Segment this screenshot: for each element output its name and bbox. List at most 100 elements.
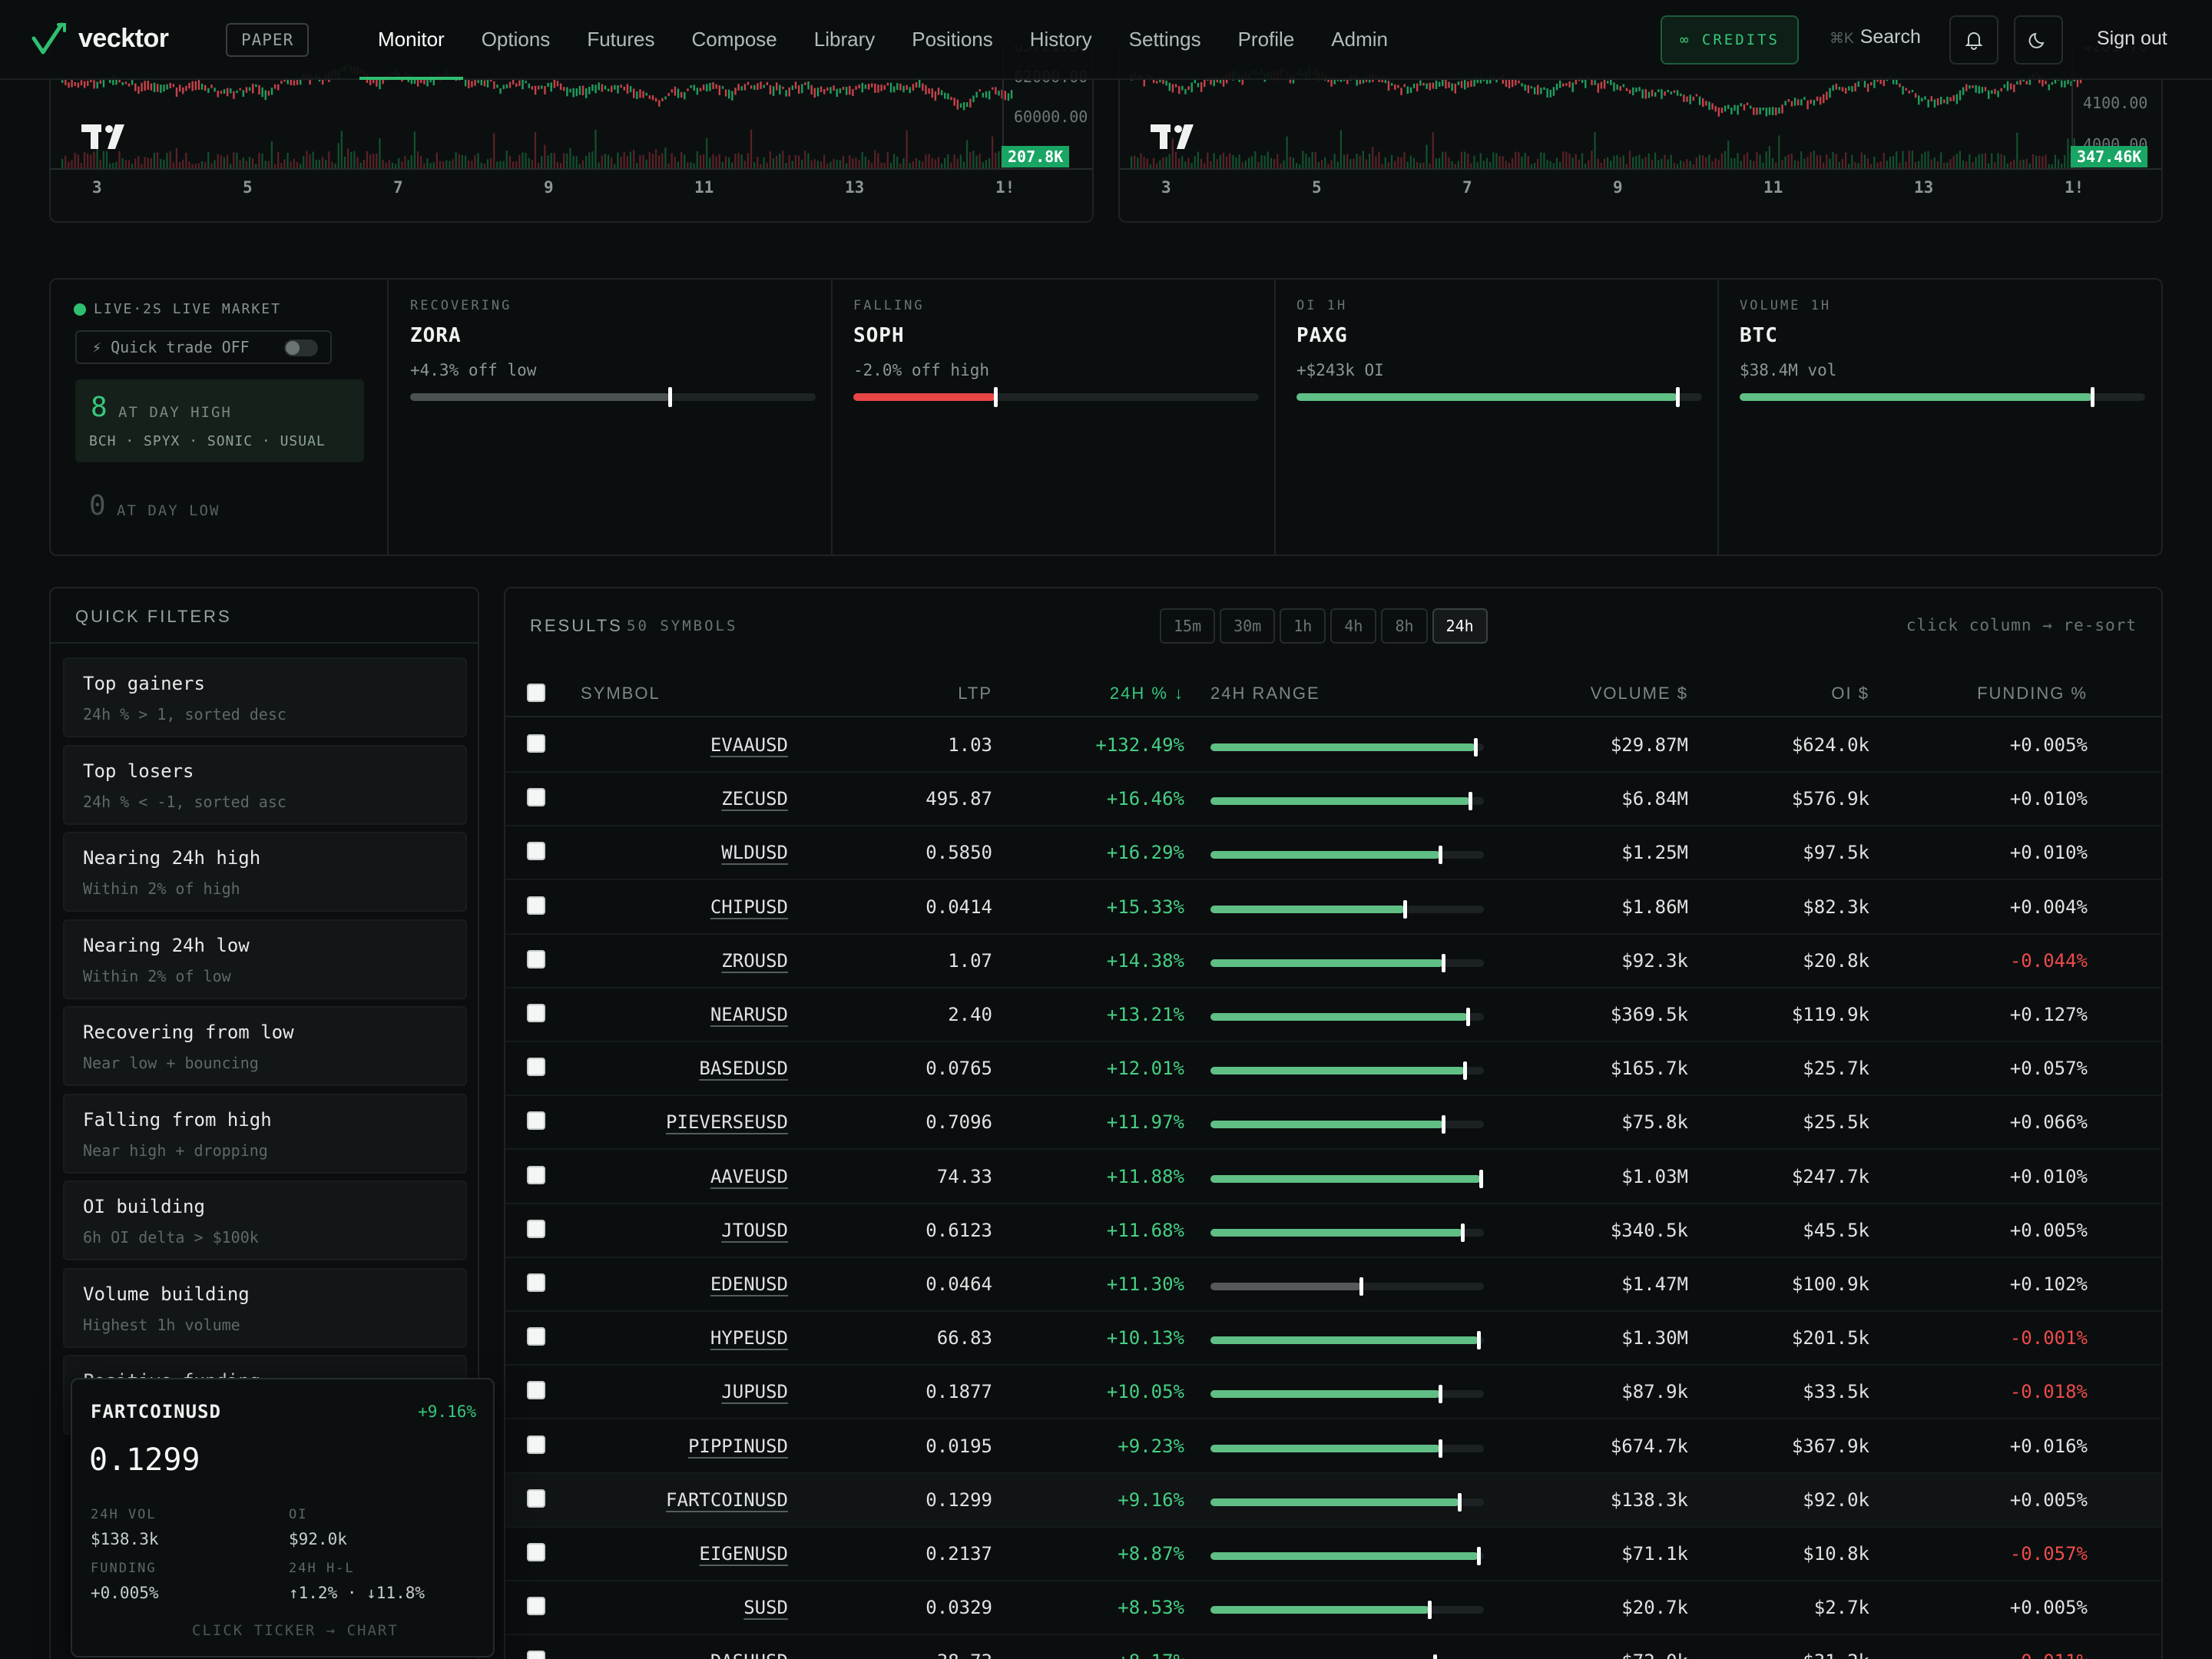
row-symbol-link[interactable]: EIGENUSD (699, 1543, 788, 1565)
timeframe-4h[interactable]: 4h (1330, 608, 1377, 644)
timeframe-30m[interactable]: 30m (1220, 608, 1276, 644)
row-symbol-link[interactable]: PIEVERSEUSD (666, 1111, 788, 1133)
col-ltp[interactable]: LTP (958, 684, 992, 704)
row-checkbox[interactable] (527, 788, 545, 807)
market-card-oi-1h[interactable]: OI 1H PAXG +$243k OI (1277, 280, 1719, 555)
row-checkbox[interactable] (527, 1651, 545, 1659)
row-symbol-link[interactable]: BASEDUSD (699, 1058, 788, 1079)
row-checkbox[interactable] (527, 1273, 545, 1292)
table-row[interactable]: SUSD 0.0329 +8.53% $20.7k $2.7k +0.005% (505, 1581, 2161, 1636)
row-checkbox[interactable] (527, 1058, 545, 1077)
table-row[interactable]: BASEDUSD 0.0765 +12.01% $165.7k $25.7k +0.057… (505, 1042, 2161, 1097)
row-checkbox[interactable] (527, 1219, 545, 1238)
quick-trade-switch[interactable] (284, 339, 318, 356)
row-symbol-link[interactable]: WLDUSD (721, 842, 788, 863)
nav-item-compose[interactable]: Compose (673, 0, 795, 80)
market-card-falling[interactable]: FALLING SOPH -2.0% off high (833, 280, 1276, 555)
table-row[interactable]: JTOUSD 0.6123 +11.68% $340.5k $45.5k +0.005% (505, 1204, 2161, 1258)
search-button[interactable]: ⌘K Search (1830, 26, 1921, 48)
nav-item-library[interactable]: Library (796, 0, 893, 80)
row-checkbox[interactable] (527, 949, 545, 969)
row-symbol-link[interactable]: ZROUSD (721, 950, 788, 972)
table-row[interactable]: AAVEUSD 74.33 +11.88% $1.03M $247.7k +0.010% (505, 1151, 2161, 1204)
nav-item-history[interactable]: History (1012, 0, 1111, 80)
timeframe-24h[interactable]: 24h (1432, 608, 1488, 644)
quick-filter-recovering-from-low[interactable]: Recovering from low Near low + bouncing (63, 1006, 467, 1086)
nav-item-admin[interactable]: Admin (1313, 0, 1406, 80)
brand-logo[interactable]: vecktor (31, 20, 169, 57)
col-volume[interactable]: VOLUME $ (1591, 684, 1688, 704)
col-oi[interactable]: OI $ (1831, 684, 1869, 704)
table-row[interactable]: EVAAUSD 1.03 +132.49% $29.87M $624.0k +0.005% (505, 719, 2161, 773)
quick-filter-top-losers[interactable]: Top losers 24h % < -1, sorted asc (63, 744, 467, 825)
nav-item-futures[interactable]: Futures (568, 0, 673, 80)
quick-filter-nearing-24h-low[interactable]: Nearing 24h low Within 2% of low (63, 919, 467, 999)
theme-toggle-button[interactable] (2014, 15, 2063, 65)
row-checkbox[interactable] (527, 1597, 545, 1616)
row-checkbox[interactable] (527, 1543, 545, 1561)
market-card-volume-1h[interactable]: VOLUME 1H BTC $38.4M vol (1720, 280, 2162, 555)
market-card-recovering[interactable]: RECOVERING ZORA +4.3% off low (390, 280, 833, 555)
sign-out-link[interactable]: Sign out (2097, 28, 2167, 50)
table-row[interactable]: FARTCOINUSD 0.1299 +9.16% $138.3k $92.0k +0.0… (505, 1473, 2161, 1528)
row-checkbox[interactable] (527, 1004, 545, 1022)
table-row[interactable]: JUPUSD 0.1877 +10.05% $87.9k $33.5k -0.018% (505, 1366, 2161, 1420)
nav-item-monitor[interactable]: Monitor (359, 0, 463, 80)
notifications-button[interactable] (1949, 15, 1998, 65)
row-symbol-link[interactable]: JUPUSD (721, 1381, 788, 1402)
nav-item-settings[interactable]: Settings (1111, 0, 1220, 80)
timeframe-1h[interactable]: 1h (1280, 608, 1326, 644)
row-symbol-link[interactable]: JTOUSD (721, 1220, 788, 1241)
row-symbol-link[interactable]: AAVEUSD (710, 1166, 788, 1187)
row-symbol-link[interactable]: HYPEUSD (710, 1327, 788, 1349)
table-row[interactable]: WLDUSD 0.5850 +16.29% $1.25M $97.5k +0.010% (505, 826, 2161, 881)
timeframe-8h[interactable]: 8h (1381, 608, 1428, 644)
table-row[interactable]: DASHUSD 38.73 +8.17% $72.0k $31.2k -0.011% (505, 1635, 2161, 1659)
quick-filter-top-gainers[interactable]: Top gainers 24h % > 1, sorted desc (63, 657, 467, 737)
row-symbol-link[interactable]: PIPPINUSD (688, 1435, 788, 1457)
table-row[interactable]: PIPPINUSD 0.0195 +9.23% $674.7k $367.9k +0.01… (505, 1420, 2161, 1474)
row-symbol-link[interactable]: NEARUSD (710, 1004, 788, 1025)
nav-item-positions[interactable]: Positions (893, 0, 1012, 80)
row-checkbox[interactable] (527, 842, 545, 861)
row-checkbox[interactable] (527, 1165, 545, 1184)
table-row[interactable]: HYPEUSD 66.83 +10.13% $1.30M $201.5k -0.001% (505, 1312, 2161, 1366)
row-symbol-link[interactable]: DASHUSD (710, 1651, 788, 1659)
quick-trade-toggle[interactable]: ⚡ Quick trade OFF (75, 330, 332, 364)
col-range[interactable]: 24H RANGE (1210, 684, 1320, 704)
row-symbol-link[interactable]: EVAAUSD (710, 734, 788, 756)
row-checkbox[interactable] (527, 1327, 545, 1346)
row-checkbox[interactable] (527, 1381, 545, 1400)
timeframe-15m[interactable]: 15m (1160, 608, 1216, 644)
quick-filter-nearing-24h-high[interactable]: Nearing 24h high Within 2% of high (63, 832, 467, 912)
row-checkbox[interactable] (527, 734, 545, 753)
candle (1870, 81, 1873, 86)
row-checkbox[interactable] (527, 1435, 545, 1454)
row-symbol-link[interactable]: SUSD (743, 1597, 788, 1618)
credits-button[interactable]: ∞ CREDITS (1661, 15, 1799, 65)
row-checkbox[interactable] (527, 896, 545, 915)
nav-item-options[interactable]: Options (463, 0, 569, 80)
row-symbol-link[interactable]: FARTCOINUSD (666, 1489, 788, 1511)
row-checkbox[interactable] (527, 1111, 545, 1131)
table-row[interactable]: PIEVERSEUSD 0.7096 +11.97% $75.8k $25.5k +0.0… (505, 1096, 2161, 1151)
table-row[interactable]: EIGENUSD 0.2137 +8.87% $71.1k $10.8k -0.057% (505, 1528, 2161, 1581)
nav-item-profile[interactable]: Profile (1220, 0, 1313, 80)
table-row[interactable]: ZROUSD 1.07 +14.38% $92.3k $20.8k -0.044% (505, 935, 2161, 988)
table-row[interactable]: CHIPUSD 0.0414 +15.33% $1.86M $82.3k +0.004% (505, 881, 2161, 935)
col-funding[interactable]: FUNDING % (1977, 684, 2088, 704)
row-symbol-link[interactable]: CHIPUSD (710, 896, 788, 918)
table-row[interactable]: ZECUSD 495.87 +16.46% $6.84M $576.9k +0.010% (505, 773, 2161, 827)
row-checkbox[interactable] (527, 1488, 545, 1508)
row-symbol-link[interactable]: EDENUSD (710, 1273, 788, 1295)
day-high-box[interactable]: 8 AT DAY HIGH BCH · SPYX · SONIC · USUAL (75, 379, 364, 462)
table-row[interactable]: NEARUSD 2.40 +13.21% $369.5k $119.9k +0.127% (505, 988, 2161, 1042)
col-change[interactable]: 24H % ↓ (1110, 684, 1184, 704)
table-row[interactable]: EDENUSD 0.0464 +11.30% $1.47M $100.9k +0.102% (505, 1258, 2161, 1312)
quick-filter-oi-building[interactable]: OI building 6h OI delta > $100k (63, 1181, 467, 1260)
quick-filter-falling-from-high[interactable]: Falling from high Near high + dropping (63, 1093, 467, 1174)
row-symbol-link[interactable]: ZECUSD (721, 788, 788, 810)
quick-filter-volume-building[interactable]: Volume building Highest 1h volume (63, 1267, 467, 1348)
col-symbol[interactable]: SYMBOL (581, 684, 661, 704)
select-all-checkbox[interactable] (527, 684, 545, 702)
